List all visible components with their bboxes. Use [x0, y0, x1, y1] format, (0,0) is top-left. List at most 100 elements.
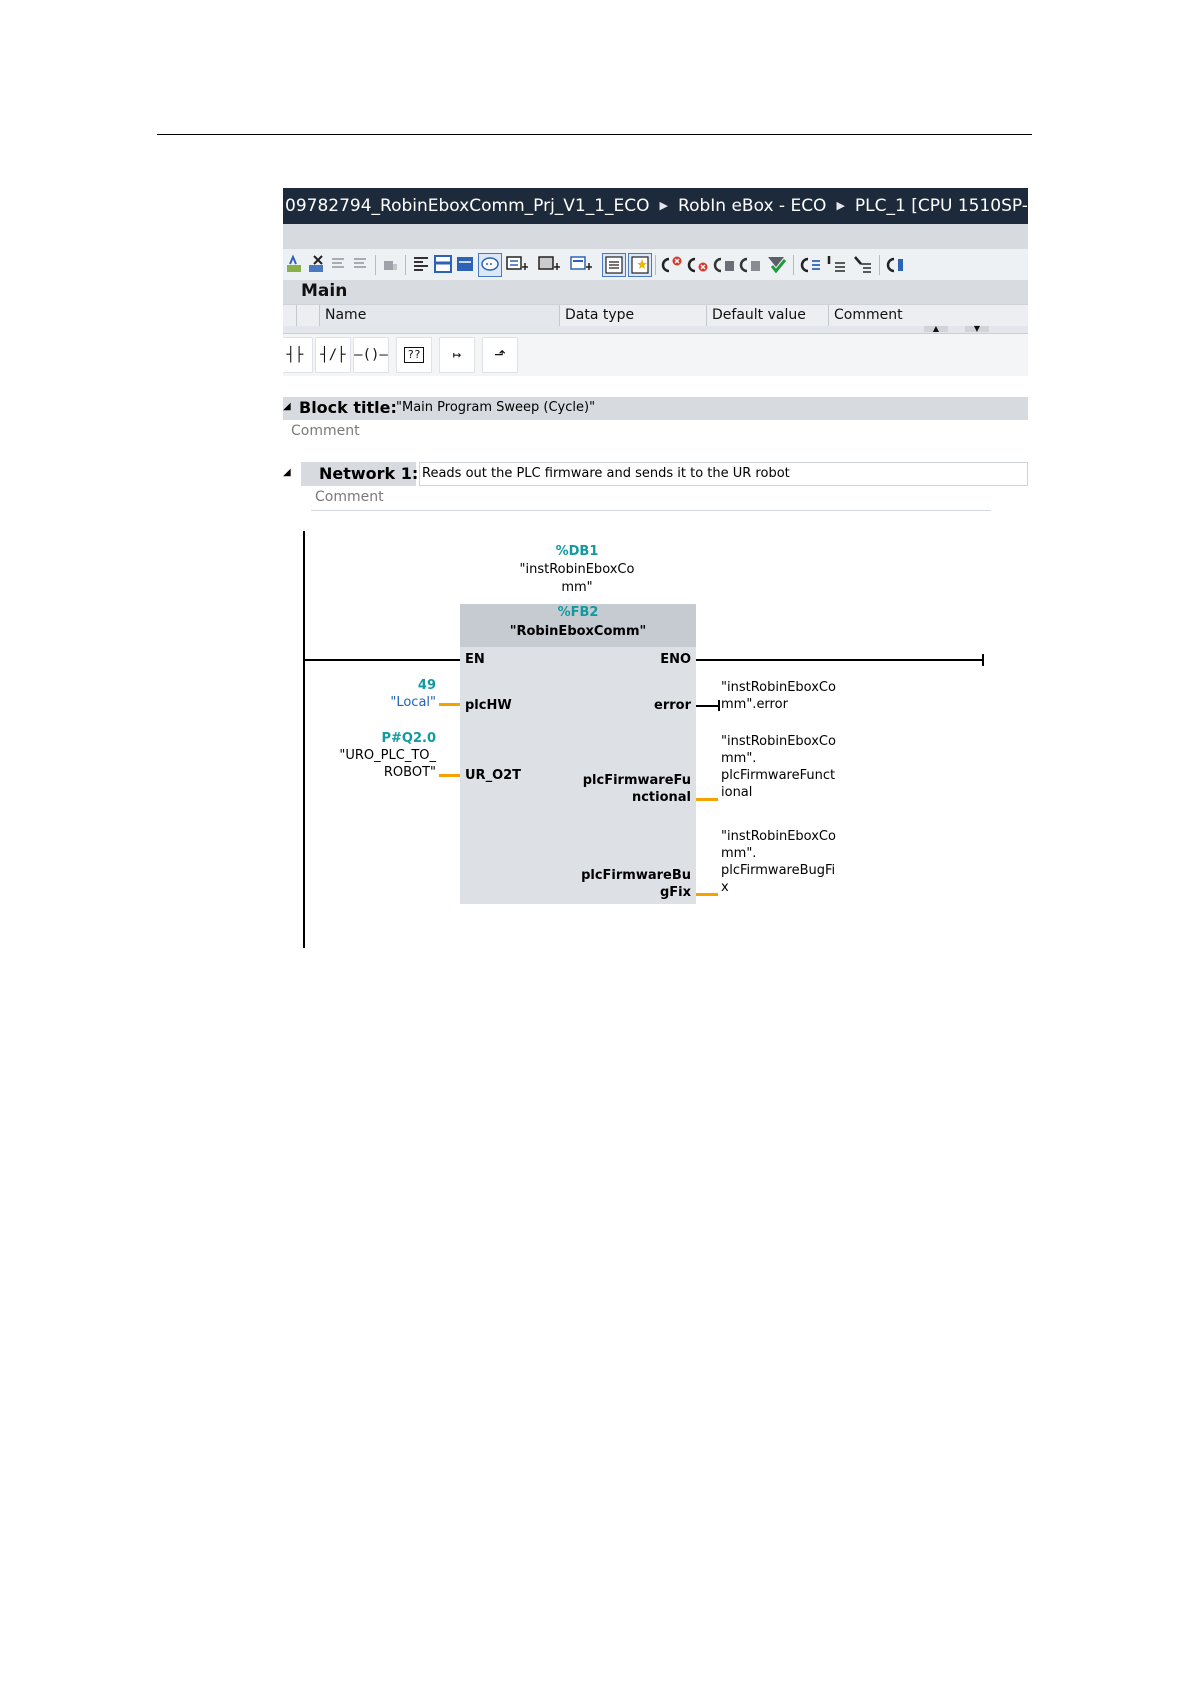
- function-block-fb2[interactable]: [460, 604, 696, 904]
- expand-networks-icon[interactable]: [455, 254, 475, 276]
- operand-bugfix-line-1[interactable]: "instRobinEboxCo: [721, 829, 836, 844]
- error-wire: [696, 705, 720, 707]
- plchw-pin-wire: [439, 703, 460, 706]
- show-list-icon[interactable]: [602, 253, 626, 277]
- operand-ur-o2t-value: P#Q2.0: [381, 731, 436, 746]
- editor-title-band: [283, 224, 1028, 249]
- instance-db-address[interactable]: %DB1: [497, 544, 657, 559]
- pin-plcfirmwarefunctional-line-2[interactable]: nctional: [563, 790, 691, 805]
- go-to-next-error-icon[interactable]: [687, 254, 711, 276]
- close-branch-icon[interactable]: ⬏: [482, 337, 518, 373]
- ur-o2t-pin-wire: [439, 774, 460, 777]
- collapse-networks-icon[interactable]: [433, 254, 453, 276]
- breadcrumb-item-device[interactable]: RobIn eBox - ECO: [678, 188, 826, 224]
- operand-functional-line-1[interactable]: "instRobinEboxCo: [721, 734, 836, 749]
- operand-error-line-2[interactable]: mm".error: [721, 697, 788, 712]
- coil-icon[interactable]: –()–: [353, 337, 389, 373]
- row-marker-column: [296, 305, 319, 326]
- interface-splitter[interactable]: ▲ ▼: [283, 325, 1028, 334]
- eno-wire: [696, 659, 984, 661]
- fb-name: "RobinEboxComm": [509, 624, 647, 639]
- operand-error-line-1[interactable]: "instRobinEboxCo: [721, 680, 836, 695]
- pin-ur-o2t[interactable]: UR_O2T: [465, 768, 521, 783]
- network-label: Network 1:: [319, 464, 419, 483]
- page-header-rule: [157, 134, 1032, 135]
- expand-down-icon[interactable]: ▼: [965, 325, 989, 333]
- monitor-values-icon[interactable]: [569, 254, 597, 276]
- operand-bugfix-line-4[interactable]: x: [721, 880, 729, 895]
- pin-en[interactable]: EN: [465, 652, 485, 667]
- network-title-text: Reads out the PLC firmware and sends it …: [422, 466, 790, 481]
- interface-table-header: Name Data type Default value Comment: [283, 304, 1028, 327]
- empty-box-glyph: ??: [404, 347, 424, 363]
- pin-plcfirmwarebugfix-line-1[interactable]: plcFirmwareBu: [563, 868, 691, 883]
- operand-functional-line-4[interactable]: ional: [721, 785, 752, 800]
- block-title-row[interactable]: ◢ Block title: "Main Program Sweep (Cycl…: [283, 397, 1028, 420]
- overview-icon[interactable]: [885, 254, 909, 276]
- operand-ur-o2t-name-line-1[interactable]: "URO_PLC_TO_: [303, 748, 436, 763]
- error-wire-end: [718, 700, 720, 711]
- compare-icon[interactable]: [713, 254, 737, 276]
- instance-db-name-line-1[interactable]: "instRobinEboxCo: [497, 562, 657, 577]
- operand-bugfix-line-2[interactable]: mm".: [721, 846, 756, 861]
- column-header-name[interactable]: Name: [319, 305, 559, 326]
- breadcrumb-item-project[interactable]: 09782794_RobinEboxComm_Prj_V1_1_ECO: [285, 188, 650, 224]
- network-comments-icon[interactable]: [478, 253, 502, 277]
- cross-reference-icon[interactable]: [851, 254, 875, 276]
- network-comment-field[interactable]: Comment: [311, 486, 991, 511]
- no-contact-icon[interactable]: ┤├: [283, 337, 313, 373]
- call-hierarchy-icon[interactable]: [799, 254, 823, 276]
- network-title-field[interactable]: Reads out the PLC firmware and sends it …: [419, 462, 1028, 486]
- en-wire: [303, 659, 460, 661]
- favorites-star-icon[interactable]: [628, 253, 652, 277]
- network-1-header[interactable]: ◢ Network 1: Reads out the PLC firmware …: [283, 462, 1028, 486]
- open-block-icon[interactable]: [381, 254, 401, 276]
- pin-plcfirmwarebugfix-line-2[interactable]: gFix: [563, 885, 691, 900]
- open-branch-icon[interactable]: ↦: [439, 337, 475, 373]
- network-comment-placeholder: Comment: [315, 489, 384, 505]
- column-header-comment[interactable]: Comment: [828, 305, 1028, 326]
- absolute-operands-icon[interactable]: [411, 254, 431, 276]
- nc-contact-icon[interactable]: ┤/├: [315, 337, 351, 373]
- operand-plchw-value: 49: [417, 678, 436, 693]
- block-title-value[interactable]: "Main Program Sweep (Cycle)": [396, 400, 595, 415]
- insert-network-icon[interactable]: [285, 254, 305, 276]
- pin-error[interactable]: error: [583, 698, 691, 713]
- download-tags-icon[interactable]: [537, 254, 565, 276]
- breadcrumb: 09782794_RobinEboxComm_Prj_V1_1_ECO ▶ RobI…: [283, 188, 1028, 224]
- bugfix-pin-wire: [696, 893, 718, 896]
- go-to-error-icon[interactable]: [661, 254, 685, 276]
- block-title-label: Block title:: [299, 398, 397, 417]
- breadcrumb-item-plc[interactable]: PLC_1 [CPU 1510SP-1 PN]: [855, 188, 1028, 224]
- interface-section-title: Main: [301, 281, 348, 301]
- add-row-icon[interactable]: [351, 254, 371, 276]
- interface-section-header[interactable]: Main: [283, 280, 1028, 304]
- block-comment-placeholder: Comment: [291, 423, 360, 439]
- chevron-right-icon: ▶: [659, 199, 669, 212]
- operand-ur-o2t-name-line-2[interactable]: ROBOT": [303, 765, 436, 780]
- pin-eno[interactable]: ENO: [583, 652, 691, 667]
- empty-box-icon[interactable]: ??: [396, 337, 432, 373]
- tia-portal-editor: 09782794_RobinEboxComm_Prj_V1_1_ECO ▶ RobI…: [283, 188, 1028, 948]
- pin-plchw[interactable]: plcHW: [465, 698, 512, 713]
- delete-network-icon[interactable]: [307, 254, 327, 276]
- collapse-up-icon[interactable]: ▲: [924, 325, 948, 333]
- block-comment-field[interactable]: Comment: [283, 420, 1028, 456]
- column-header-data-type[interactable]: Data type: [559, 305, 706, 326]
- pin-plcfirmwarefunctional-line-1[interactable]: plcFirmwareFu: [563, 773, 691, 788]
- compare-offline-icon[interactable]: [739, 254, 763, 276]
- operand-functional-line-3[interactable]: plcFirmwareFunct: [721, 768, 835, 783]
- instance-db-name-line-2[interactable]: mm": [497, 580, 657, 595]
- eno-wire-end: [982, 654, 984, 666]
- operand-plchw-name[interactable]: "Local": [323, 695, 436, 710]
- monitoring-icon[interactable]: [765, 254, 789, 276]
- insert-row-icon[interactable]: [329, 254, 349, 276]
- collapse-triangle-icon[interactable]: ◢: [283, 401, 291, 412]
- fb-address: %FB2: [557, 605, 599, 620]
- operand-bugfix-line-3[interactable]: plcFirmwareBugFi: [721, 863, 835, 878]
- collapse-triangle-icon[interactable]: ◢: [283, 467, 291, 478]
- favorites-icon[interactable]: [505, 254, 533, 276]
- column-header-default-value[interactable]: Default value: [706, 305, 828, 326]
- operand-functional-line-2[interactable]: mm".: [721, 751, 756, 766]
- reference-icon[interactable]: [825, 254, 849, 276]
